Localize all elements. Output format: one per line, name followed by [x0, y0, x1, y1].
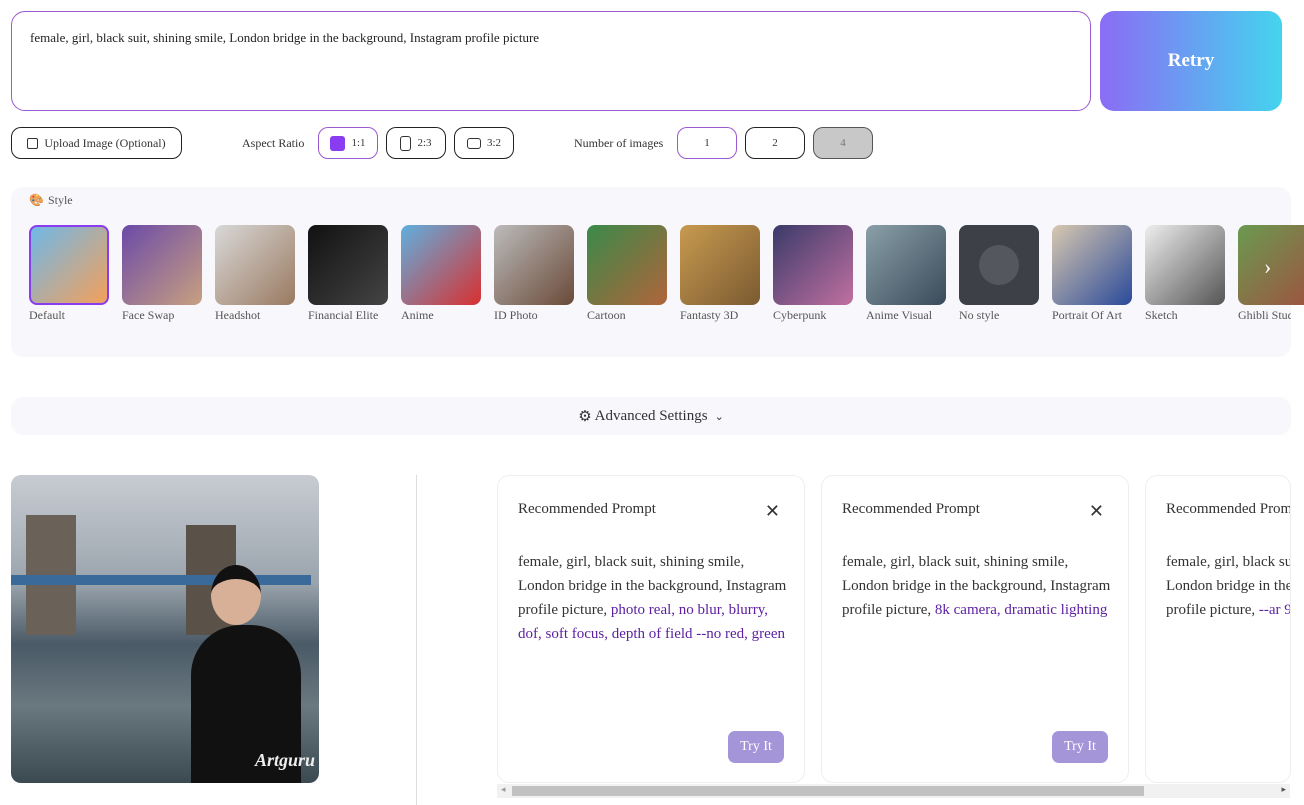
style-label: Anime Visual [866, 308, 933, 322]
aspect-3-2[interactable]: 3:2 [454, 127, 514, 159]
style-label: Cyberpunk [773, 308, 827, 322]
recommended-prompt-card: Recommended Prompt ✕ female, girl, black … [497, 475, 805, 783]
style-thumb[interactable] [587, 225, 667, 305]
card-title: Recommended Prompt [1166, 501, 1291, 517]
recommended-prompt-card: Recommended Prompt ✕ female, girl, black … [821, 475, 1129, 783]
upload-label: Upload Image (Optional) [44, 135, 166, 150]
card-title: Recommended Prompt [518, 501, 656, 517]
next-arrow-icon[interactable]: › [1264, 254, 1271, 280]
chevron-down-icon: ⌄ [714, 410, 724, 423]
try-it-button[interactable]: Try It [1052, 731, 1108, 763]
try-it-button[interactable]: Try It [728, 731, 784, 763]
advanced-settings-toggle[interactable]: ⚙ Advanced Settings ⌄ [11, 397, 1291, 435]
style-thumb[interactable] [494, 225, 574, 305]
aspect-label: 3:2 [486, 137, 502, 149]
style-thumb[interactable] [773, 225, 853, 305]
palette-icon: 🎨 [29, 193, 44, 207]
style-thumb[interactable] [29, 225, 109, 305]
scroll-left-icon[interactable]: ◂ [501, 784, 506, 795]
aspect-label: 1:1 [351, 137, 366, 149]
count-4[interactable]: 4 [813, 127, 873, 159]
style-label: ID Photo [494, 308, 538, 322]
card-prompt: female, girl, black suit, shining smile,… [518, 550, 788, 646]
style-label: Fantasty 3D [680, 308, 739, 322]
card-prompt: female, girl, black suit, shining smile,… [842, 550, 1112, 622]
style-label: Portrait Of Art [1052, 308, 1122, 322]
style-thumb[interactable] [401, 225, 481, 305]
style-thumb[interactable] [215, 225, 295, 305]
generated-image[interactable]: Artguru [11, 475, 319, 783]
style-thumb[interactable] [959, 225, 1039, 305]
aspect-1-1[interactable]: 1:1 [318, 127, 378, 159]
card-title: Recommended Prompt [842, 501, 980, 517]
style-label: Style [47, 193, 73, 207]
card-prompt: female, girl, black suit, shining smile,… [1166, 550, 1290, 622]
portrait-icon [400, 135, 412, 151]
style-thumb[interactable] [680, 225, 760, 305]
close-icon[interactable]: ✕ [765, 501, 780, 522]
upload-image-button[interactable]: Upload Image (Optional) [11, 127, 182, 159]
close-icon[interactable]: ✕ [1089, 501, 1104, 522]
aspect-label: 2:3 [417, 137, 432, 149]
style-label: Face Swap [122, 308, 175, 322]
style-label: Headshot [215, 308, 261, 322]
style-label: Financial Elite [308, 308, 379, 322]
style-label: Anime [401, 308, 434, 322]
style-label: Sketch [1145, 308, 1178, 322]
square-icon [330, 135, 346, 151]
style-label: No style [959, 308, 1000, 322]
scrollbar-thumb[interactable] [512, 786, 1144, 796]
aspect-2-3[interactable]: 2:3 [386, 127, 446, 159]
recommended-prompt-card: Recommended Prompt✕ female, girl, black … [1145, 475, 1291, 783]
style-label: Ghibli Studio [1238, 308, 1291, 322]
style-thumb[interactable] [122, 225, 202, 305]
prompt-input[interactable]: female, girl, black suit, shining smile,… [11, 11, 1091, 111]
advanced-settings-label: Advanced Settings [594, 407, 708, 424]
style-label: Default [29, 308, 65, 322]
count-2[interactable]: 2 [745, 127, 805, 159]
scroll-right-icon[interactable]: ▸ [1281, 784, 1286, 795]
prompt-extra: --ar 9:16 [1258, 602, 1290, 618]
watermark: Artguru [254, 750, 315, 770]
landscape-icon [466, 137, 481, 149]
image-icon [27, 137, 39, 149]
horizontal-scrollbar[interactable]: ◂ ▸ [497, 784, 1290, 798]
number-of-images-label: Number of images [574, 136, 664, 150]
retry-button[interactable]: Retry [1100, 11, 1282, 111]
style-thumb[interactable] [308, 225, 388, 305]
gear-icon: ⚙ [578, 408, 592, 425]
no-style-icon [979, 245, 1019, 285]
style-thumb[interactable] [866, 225, 946, 305]
count-1[interactable]: 1 [677, 127, 737, 159]
prompt-extra: 8k camera, dramatic lighting [934, 602, 1108, 618]
aspect-ratio-label: Aspect Ratio [242, 136, 305, 150]
style-label: Cartoon [587, 308, 626, 322]
style-thumb[interactable] [1052, 225, 1132, 305]
divider [416, 475, 417, 805]
style-thumb[interactable] [1145, 225, 1225, 305]
